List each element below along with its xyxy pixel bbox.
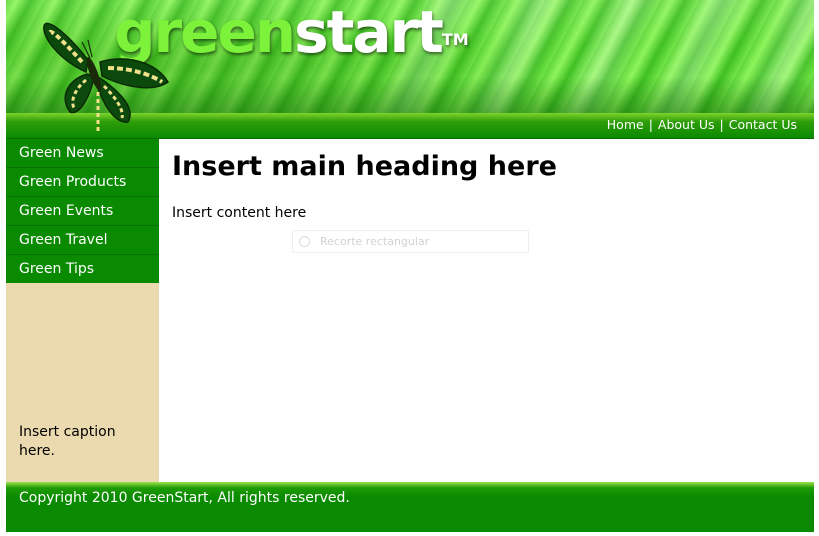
sidebar-item-green-products[interactable]: Green Products xyxy=(6,168,159,197)
main-content-text: Insert content here xyxy=(172,205,307,221)
sidebar: Green News Green Products Green Events G… xyxy=(6,139,159,482)
sidebar-item-green-events[interactable]: Green Events xyxy=(6,197,159,226)
sidebar-item-green-news[interactable]: Green News xyxy=(6,139,159,168)
footer: Copyright 2010 GreenStart, All rights re… xyxy=(6,482,814,532)
nav-link-home[interactable]: Home xyxy=(607,117,644,132)
logo-text-start: start xyxy=(294,0,444,66)
snip-tooltip[interactable]: Recorte rectangular xyxy=(292,230,529,253)
top-navigation: Home | About Us | Contact Us xyxy=(607,117,797,132)
sidebar-item-green-travel[interactable]: Green Travel xyxy=(6,226,159,255)
main-content: Insert main heading here Insert content … xyxy=(159,139,814,482)
sidebar-caption: Insert caption here. xyxy=(19,424,116,459)
sidebar-menu: Green News Green Products Green Events G… xyxy=(6,139,159,283)
nav-separator: | xyxy=(719,117,724,132)
nav-link-about-us[interactable]: About Us xyxy=(658,117,715,132)
footer-copyright: Copyright 2010 GreenStart, All rights re… xyxy=(19,490,350,506)
nav-separator: | xyxy=(648,117,653,132)
butterfly-icon xyxy=(43,22,170,134)
tooltip-label: Recorte rectangular xyxy=(320,235,430,248)
main-heading: Insert main heading here xyxy=(172,151,557,182)
logo-trademark: TM xyxy=(441,30,469,49)
nav-link-contact-us[interactable]: Contact Us xyxy=(729,117,797,132)
sidebar-item-green-tips[interactable]: Green Tips xyxy=(6,255,159,283)
circle-icon xyxy=(299,235,310,247)
page-container: greenstartTM Home | About Us | Contact Us Gr… xyxy=(6,0,814,532)
